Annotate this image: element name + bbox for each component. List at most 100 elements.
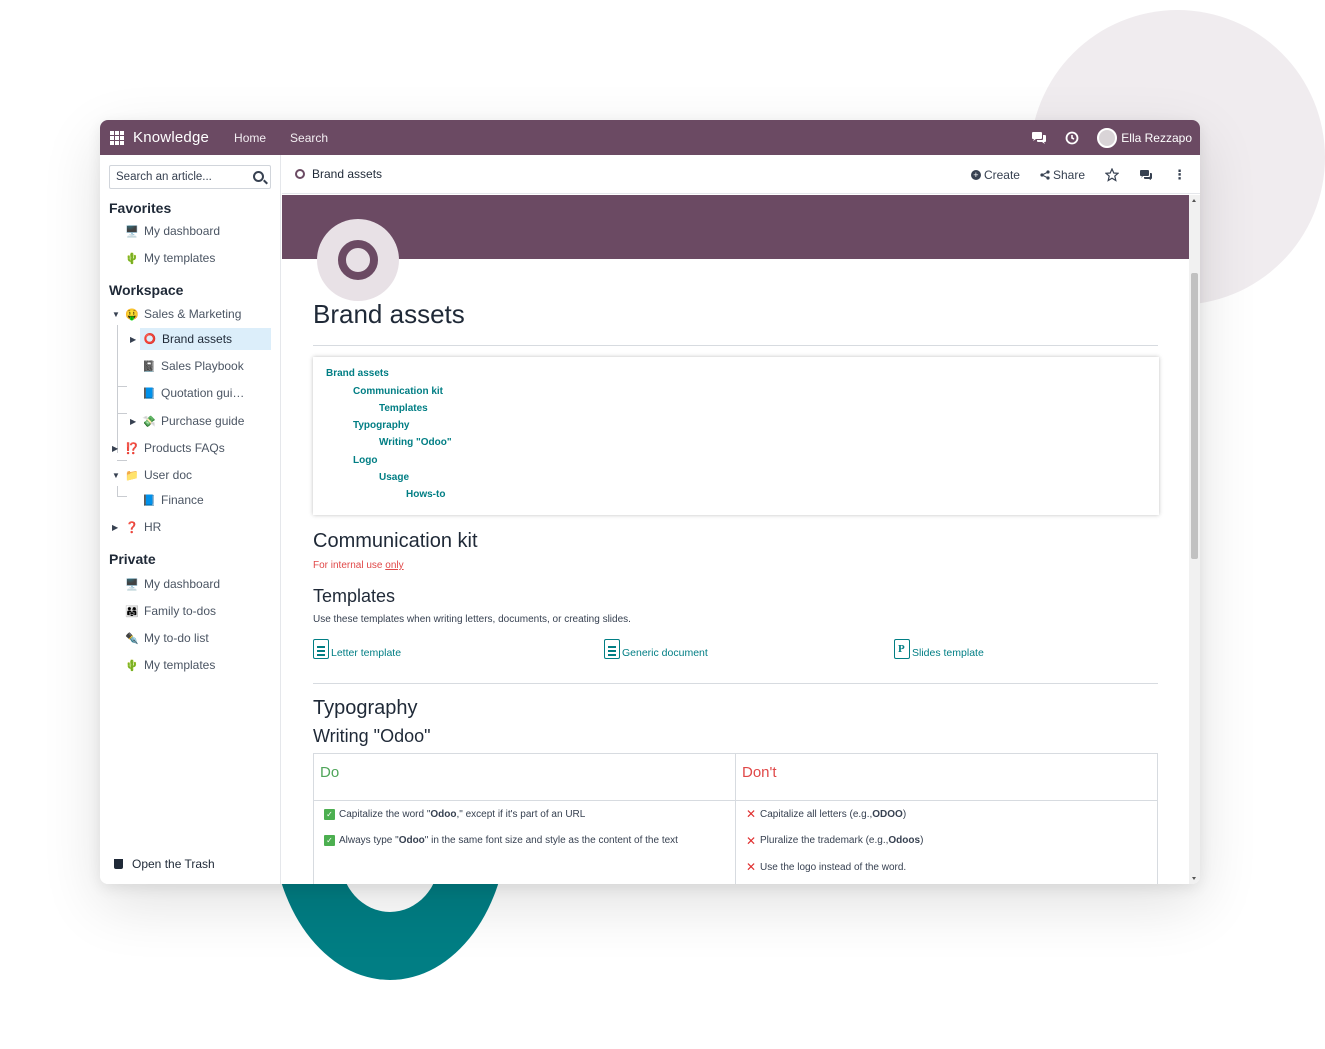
- toc-link[interactable]: Templates: [379, 403, 428, 414]
- dont-rule: ✕ Use the logo instead of the word.: [746, 860, 907, 875]
- tree-guide-line: [117, 325, 118, 453]
- article-search-box[interactable]: [109, 165, 271, 189]
- document-icon: [604, 639, 620, 659]
- scroll-up-arrow[interactable]: [1192, 199, 1196, 202]
- dont-rules-cell: ✕ Capitalize all letters (e.g., ODOO) ✕ Pl…: [735, 800, 1158, 884]
- toc-link[interactable]: Logo: [353, 455, 377, 466]
- sidebar-item-private-dashboard[interactable]: 🖥️ My dashboard: [125, 573, 220, 595]
- caret-down-icon[interactable]: ▼: [112, 471, 120, 480]
- sidebar-item-hr[interactable]: ❓ HR: [125, 516, 161, 538]
- caret-down-icon[interactable]: ▼: [112, 310, 120, 319]
- search-icon[interactable]: [253, 171, 264, 182]
- article-actions: + Create Share ⋮: [970, 155, 1186, 194]
- file-generic-document[interactable]: Generic document: [604, 639, 708, 659]
- do-column-header: Do: [313, 753, 736, 801]
- navbar-right: Ella Rezzapo: [1031, 120, 1192, 155]
- caret-right-icon[interactable]: ▶: [112, 444, 118, 453]
- cross-icon: ✕: [746, 807, 757, 822]
- caret-right-icon[interactable]: ▶: [112, 523, 118, 532]
- discuss-icon[interactable]: [1031, 131, 1047, 145]
- cactus-icon: 🌵: [125, 252, 139, 265]
- open-trash-button[interactable]: Open the Trash: [114, 857, 215, 871]
- check-icon: ✓: [324, 808, 335, 820]
- tree-guide-line: [117, 486, 118, 496]
- trash-icon: [114, 859, 123, 869]
- sidebar-item-private-templates[interactable]: 🌵 My templates: [125, 654, 215, 676]
- caret-right-icon[interactable]: ▶: [130, 335, 136, 344]
- app-window: Knowledge Home Search Ella Rezzapo Favor…: [100, 120, 1200, 884]
- private-section-title: Private: [109, 551, 156, 567]
- circle-icon: [338, 240, 378, 280]
- family-icon: 👨‍👩‍👧: [125, 605, 139, 618]
- section-heading-communication-kit: Communication kit: [313, 530, 478, 552]
- divider: [313, 345, 1158, 346]
- workspace-section-title: Workspace: [109, 282, 184, 298]
- app-name[interactable]: Knowledge: [133, 129, 209, 146]
- toc-link[interactable]: Communication kit: [353, 386, 443, 397]
- article-topbar: Brand assets + Create Share ⋮: [282, 155, 1200, 194]
- scroll-thumb[interactable]: [1191, 273, 1198, 559]
- scroll-down-arrow[interactable]: [1192, 877, 1196, 880]
- share-button[interactable]: Share: [1040, 168, 1085, 182]
- main-area: Brand assets + Create Share ⋮ Brand asset…: [282, 155, 1200, 884]
- dont-column-header: Don't: [735, 753, 1158, 801]
- more-options-icon[interactable]: ⋮: [1173, 167, 1186, 183]
- article-content: Brand assets Brand assets Communication …: [282, 195, 1189, 884]
- monitor-icon: 🖥️: [125, 225, 139, 238]
- notebook-icon: 📓: [142, 360, 156, 373]
- section-heading-templates: Templates: [313, 586, 396, 606]
- activity-clock-icon[interactable]: [1065, 131, 1079, 145]
- sidebar-item-sales-playbook[interactable]: 📓 Sales Playbook: [142, 355, 244, 377]
- toc-link[interactable]: Writing "Odoo": [379, 437, 452, 448]
- dont-rule: ✕ Capitalize all letters (e.g., ODOO): [746, 807, 907, 822]
- sidebar-item-todo-list[interactable]: ✒️ My to-do list: [125, 627, 209, 649]
- sidebar-item-favorite-dashboard[interactable]: 🖥️ My dashboard: [125, 220, 220, 242]
- sidebar-item-finance[interactable]: 📘 Finance: [142, 489, 204, 511]
- pen-icon: ✒️: [125, 632, 139, 645]
- nav-search-link[interactable]: Search: [290, 131, 328, 145]
- presentation-icon: P: [894, 639, 910, 659]
- file-slides-template[interactable]: P Slides template: [894, 639, 984, 659]
- user-name[interactable]: Ella Rezzapo: [1121, 131, 1192, 145]
- file-letter-template[interactable]: Letter template: [313, 639, 401, 659]
- exclamation-question-icon: ⁉️: [125, 442, 139, 455]
- tree-guide-line: [117, 460, 127, 461]
- article-search-input[interactable]: [116, 171, 244, 183]
- sidebar-item-user-doc[interactable]: 📁 User doc: [125, 464, 192, 486]
- cross-icon: ✕: [746, 860, 757, 875]
- favorite-star-icon[interactable]: [1105, 167, 1119, 182]
- sidebar-item-quotation-guide[interactable]: 📘 Quotation gui…: [142, 382, 244, 404]
- dont-rule: ✕ Pluralize the trademark (e.g., Odoos): [746, 833, 924, 848]
- sidebar-item-purchase-guide[interactable]: 💸 Purchase guide: [142, 410, 244, 432]
- cross-icon: ✕: [746, 833, 757, 848]
- toc-link[interactable]: Brand assets: [326, 368, 389, 379]
- sidebar-item-products-faqs[interactable]: ⁉️ Products FAQs: [125, 437, 225, 459]
- breadcrumb[interactable]: Brand assets: [312, 167, 382, 181]
- tree-guide-line: [117, 413, 127, 414]
- sidebar-item-family-todos[interactable]: 👨‍👩‍👧 Family to-dos: [125, 600, 216, 622]
- money-face-icon: 🤑: [125, 308, 139, 321]
- article-title[interactable]: Brand assets: [313, 299, 465, 330]
- create-button[interactable]: + Create: [970, 168, 1020, 182]
- document-icon: [313, 639, 329, 659]
- sidebar-item-sales-marketing[interactable]: 🤑 Sales & Marketing: [125, 303, 241, 325]
- cactus-icon: 🌵: [125, 659, 139, 672]
- user-avatar[interactable]: [1097, 127, 1118, 148]
- tree-guide-line: [117, 386, 127, 387]
- caret-right-icon[interactable]: ▶: [130, 417, 136, 426]
- top-navbar: Knowledge Home Search Ella Rezzapo: [100, 120, 1200, 155]
- tree-guide-line: [117, 496, 127, 497]
- apps-menu-icon[interactable]: [110, 130, 124, 145]
- share-icon: [1040, 169, 1050, 180]
- favorites-section-title: Favorites: [109, 200, 172, 216]
- content-scrollbar[interactable]: [1189, 195, 1200, 884]
- sidebar-item-favorite-templates[interactable]: 🌵 My templates: [125, 247, 215, 269]
- toc-link[interactable]: Hows-to: [406, 489, 445, 500]
- toc-link[interactable]: Typography: [353, 420, 409, 431]
- toc-link[interactable]: Usage: [379, 472, 409, 483]
- money-wings-icon: 💸: [142, 415, 156, 428]
- sidebar-item-brand-assets[interactable]: ⭕ Brand assets: [140, 328, 271, 350]
- nav-home-link[interactable]: Home: [234, 131, 266, 145]
- comments-icon[interactable]: [1139, 169, 1153, 181]
- article-icon[interactable]: [317, 219, 399, 301]
